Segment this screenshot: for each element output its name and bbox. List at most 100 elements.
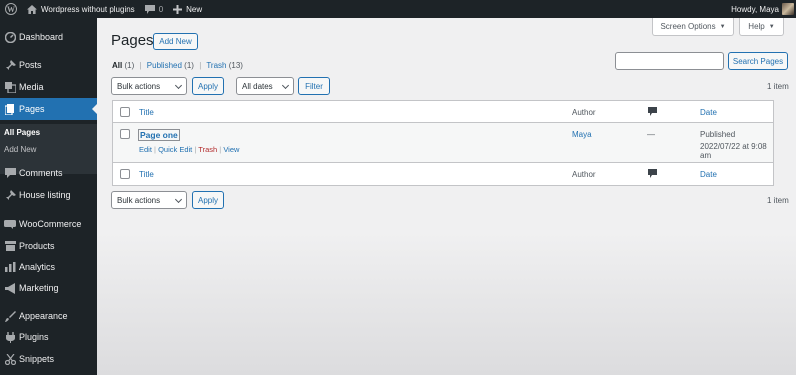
view-trash-count: (13) <box>228 61 243 70</box>
sidebar-item-posts[interactable]: Posts <box>0 54 97 76</box>
comment-icon <box>144 4 155 14</box>
sidebar-item-label: Analytics <box>19 262 56 272</box>
row-author-link[interactable]: Maya <box>572 130 592 139</box>
sidebar-item-appearance[interactable]: Appearance <box>0 305 97 327</box>
view-separator: | <box>199 61 202 70</box>
view-all-link[interactable]: All <box>112 61 122 70</box>
view-published-link[interactable]: Published <box>147 61 182 70</box>
apply-button[interactable]: Apply <box>192 77 224 95</box>
help-label: Help <box>748 22 765 31</box>
date-filter-label: All dates <box>242 81 273 91</box>
view-trash-link[interactable]: Trash <box>206 61 226 70</box>
row-checkbox[interactable] <box>120 129 130 139</box>
new-content-link[interactable]: New <box>168 0 207 18</box>
comments-link[interactable]: 0 <box>140 0 168 18</box>
sidebar-item-products[interactable]: Products <box>0 235 97 257</box>
plus-icon <box>173 4 183 14</box>
site-name: Wordpress without plugins <box>41 4 135 14</box>
sidebar-item-label: Plugins <box>19 332 49 342</box>
search-pages-button[interactable]: Search Pages <box>728 52 788 70</box>
bar-chart-icon <box>4 261 16 273</box>
pin-icon <box>4 189 16 201</box>
trash-link[interactable]: Trash <box>198 145 217 154</box>
search-input[interactable] <box>615 52 724 70</box>
brush-icon <box>4 310 16 322</box>
sidebar-item-snippets[interactable]: Snippets <box>0 348 97 370</box>
wordpress-logo-button[interactable]: W <box>0 0 22 18</box>
sidebar-item-label: Media <box>19 82 44 92</box>
row-title-link[interactable]: Page one <box>138 129 180 141</box>
edit-link[interactable]: Edit <box>139 145 152 154</box>
sidebar-item-media[interactable]: Media <box>0 76 97 98</box>
comments-column-icon[interactable] <box>648 169 657 180</box>
row-actions-separator: | <box>219 145 222 154</box>
megaphone-icon <box>4 282 16 294</box>
column-title[interactable]: Title <box>139 170 154 179</box>
bulk-actions-select[interactable]: Bulk actions <box>111 77 187 95</box>
sidebar-item-label: WooCommerce <box>19 219 82 229</box>
comments-count: 0 <box>158 4 164 14</box>
woocommerce-icon <box>4 218 16 230</box>
bulk-actions-select-bottom[interactable]: Bulk actions <box>111 191 187 209</box>
pages-table: Title Author Date Page one Edit | Quick … <box>112 100 774 186</box>
page-title: Pages <box>111 32 154 49</box>
sidebar-item-marketing[interactable]: Marketing <box>0 277 97 299</box>
add-new-button[interactable]: Add New <box>153 33 198 50</box>
apply-button-bottom[interactable]: Apply <box>192 191 224 209</box>
plug-icon <box>4 331 16 343</box>
comments-column-icon[interactable] <box>648 107 657 118</box>
sidebar-item-label: Appearance <box>19 311 68 321</box>
comment-icon <box>4 167 16 179</box>
wordpress-icon: W <box>5 3 17 15</box>
column-date[interactable]: Date <box>700 170 717 179</box>
sidebar-item-house-listing[interactable]: House listing <box>0 184 97 206</box>
sidebar-item-label: Dashboard <box>19 32 64 42</box>
screen-options-button[interactable]: Screen Options ▼ <box>652 18 734 36</box>
bulk-actions-label: Bulk actions <box>117 195 161 205</box>
view-published-count: (1) <box>184 61 194 70</box>
sidebar-item-label: Marketing <box>19 283 59 293</box>
user-greeting[interactable]: Howdy, Maya <box>731 5 779 14</box>
avatar[interactable] <box>782 3 794 15</box>
scissors-icon <box>4 353 16 365</box>
chevron-down-icon <box>174 195 183 204</box>
caret-down-icon: ▼ <box>719 23 726 30</box>
column-title[interactable]: Title <box>139 108 154 117</box>
items-count-bottom: 1 item <box>767 196 789 205</box>
admin-bar: W Wordpress without plugins 0 New Howdy,… <box>0 0 796 18</box>
sidebar-item-label: Snippets <box>19 354 55 364</box>
sidebar-item-pages[interactable]: Pages <box>0 98 97 120</box>
pages-icon <box>4 103 16 115</box>
new-label: New <box>186 4 203 14</box>
sidebar-item-plugins[interactable]: Plugins <box>0 326 97 348</box>
archive-icon <box>4 240 16 252</box>
chevron-down-icon <box>281 81 290 90</box>
site-name-link[interactable]: Wordpress without plugins <box>22 0 140 18</box>
row-actions-separator: | <box>194 145 197 154</box>
sidebar-item-label: Products <box>19 241 55 251</box>
quick-edit-link[interactable]: Quick Edit <box>158 145 192 154</box>
admin-sidebar: Dashboard Posts Media Pages All Pages Ad… <box>0 18 97 375</box>
sidebar-item-woocommerce[interactable]: WooCommerce <box>0 213 97 235</box>
sidebar-item-analytics[interactable]: Analytics <box>0 256 97 278</box>
main-content: Screen Options ▼ Help ▼ Pages Add New Al… <box>97 18 796 375</box>
row-date: 2022/07/22 at 9:08 am <box>700 142 767 160</box>
row-actions: Edit | Quick Edit | Trash | View <box>139 145 239 154</box>
sidebar-item-comments[interactable]: Comments <box>0 162 97 184</box>
sidebar-item-label: Posts <box>19 60 42 70</box>
date-filter-select[interactable]: All dates <box>236 77 294 95</box>
sidebar-item-dashboard[interactable]: Dashboard <box>0 26 97 48</box>
submenu-all-pages[interactable]: All Pages <box>4 128 40 137</box>
sidebar-item-label: Pages <box>19 104 45 114</box>
help-button[interactable]: Help ▼ <box>739 18 784 36</box>
column-author: Author <box>572 108 596 117</box>
filter-button[interactable]: Filter <box>298 77 330 95</box>
select-all-checkbox-bottom[interactable] <box>120 169 130 179</box>
column-date[interactable]: Date <box>700 108 717 117</box>
row-comments: — <box>647 130 655 139</box>
view-link[interactable]: View <box>223 145 239 154</box>
select-all-checkbox[interactable] <box>120 107 130 117</box>
sidebar-item-label: House listing <box>19 190 71 200</box>
submenu-add-new[interactable]: Add New <box>4 145 36 154</box>
chevron-down-icon <box>174 81 183 90</box>
